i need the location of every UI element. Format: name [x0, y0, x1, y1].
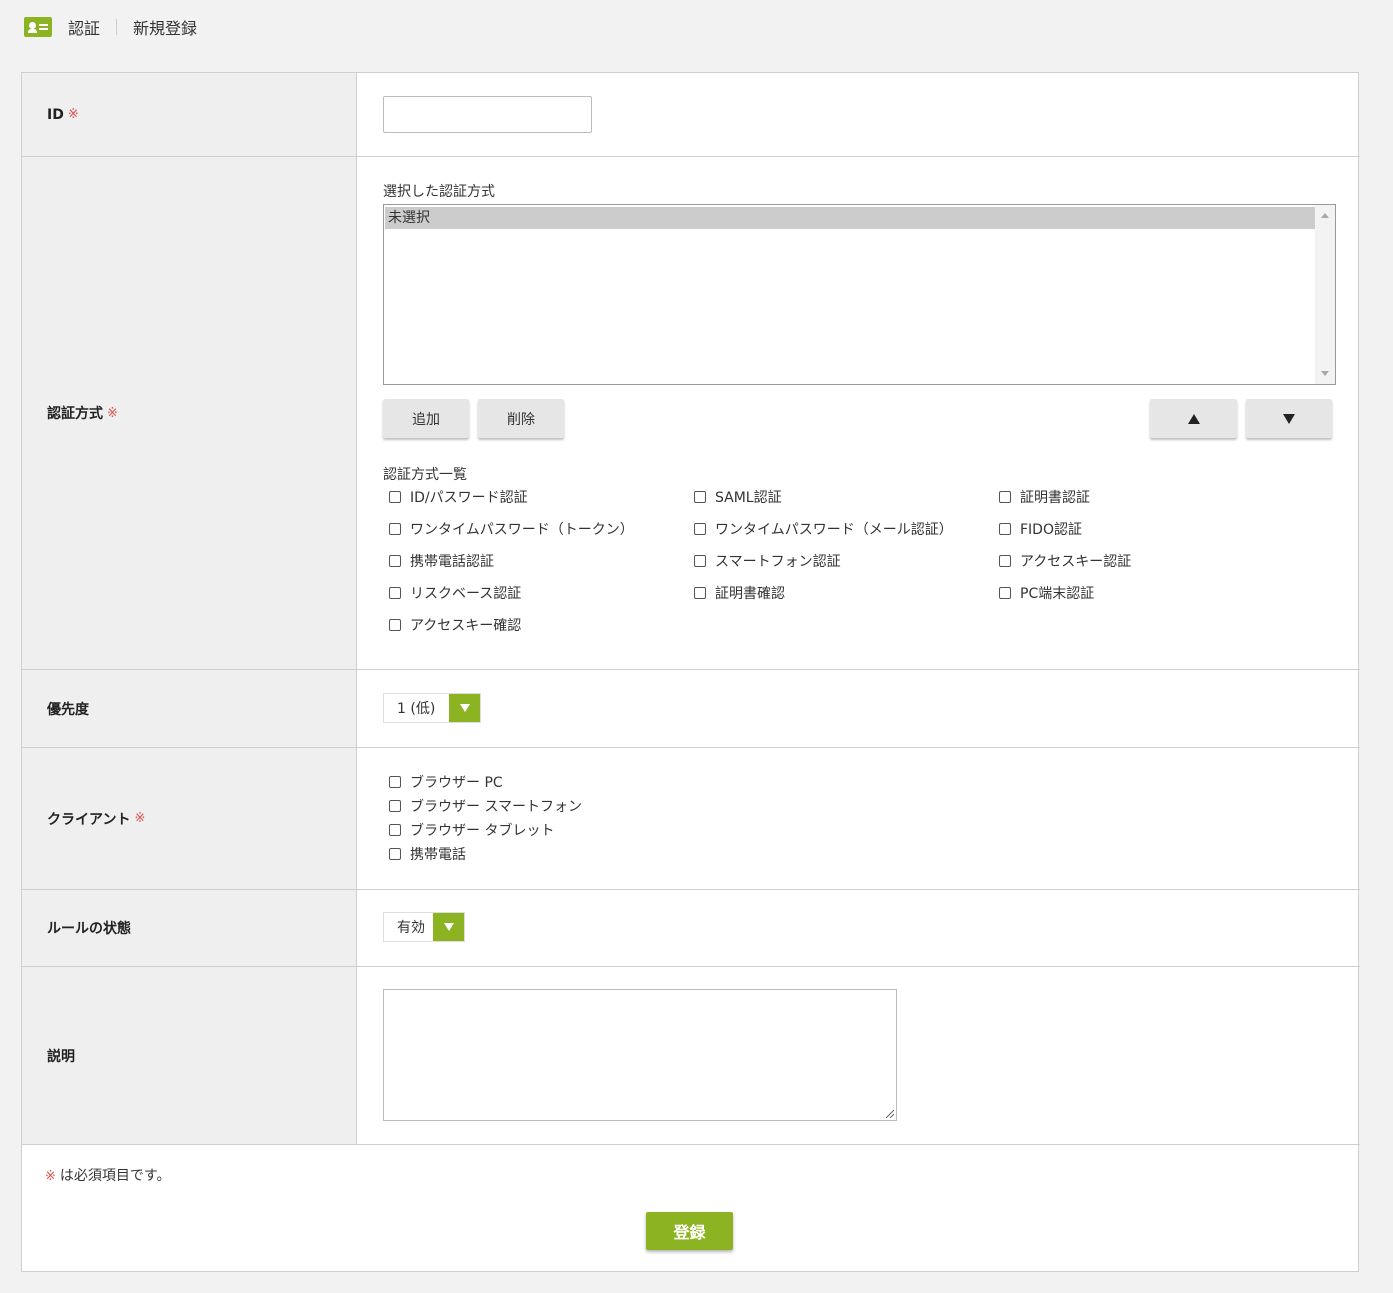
- auth-method-label: 認証方式 ※: [22, 157, 357, 669]
- required-mark: ※: [134, 811, 146, 826]
- rule-state-row: ルールの状態 有効: [22, 890, 1360, 967]
- required-mark: ※: [107, 405, 118, 421]
- priority-row: 優先度 1 (低): [22, 670, 1360, 748]
- rule-state-select[interactable]: 有効: [383, 912, 465, 942]
- id-card-icon: [24, 17, 52, 37]
- breadcrumb-section[interactable]: 認証: [68, 15, 100, 39]
- priority-select[interactable]: 1 (低): [383, 693, 481, 723]
- method-checkbox[interactable]: FIDO認証: [999, 519, 1082, 539]
- registration-form: ID ※ 認証方式 ※ 選択した認証方式 未選択 追加 削除 認証方式一覧 ID…: [21, 72, 1360, 1272]
- id-input[interactable]: [383, 96, 592, 133]
- client-row: クライアント ※ ブラウザー PC ブラウザー スマートフォン ブラウザー タブレ…: [22, 748, 1360, 890]
- client-label: クライアント ※: [22, 748, 357, 889]
- page-title: 新規登録: [133, 19, 198, 38]
- method-checkbox[interactable]: 携帯電話認証: [389, 551, 494, 571]
- selected-methods-label: 選択した認証方式: [383, 184, 495, 200]
- rule-state-label: ルールの状態: [22, 890, 357, 966]
- method-checkbox[interactable]: スマートフォン認証: [694, 551, 841, 571]
- arrow-down-icon: [1283, 413, 1295, 424]
- selected-methods-listbox[interactable]: 未選択: [383, 204, 1336, 385]
- description-label: 説明: [22, 967, 357, 1144]
- listbox-scrollbar[interactable]: [1315, 205, 1335, 384]
- client-checkbox[interactable]: ブラウザー スマートフォン: [389, 796, 582, 816]
- id-row: ID ※: [22, 73, 1360, 157]
- required-note: ※ は必須項目です。: [45, 1168, 171, 1184]
- chevron-down-icon: [449, 694, 480, 722]
- move-down-button[interactable]: [1246, 399, 1332, 438]
- scroll-up-icon[interactable]: [1321, 213, 1329, 218]
- method-checkbox[interactable]: SAML認証: [694, 487, 782, 507]
- method-checkbox[interactable]: 証明書確認: [694, 583, 785, 603]
- submit-button[interactable]: 登録: [646, 1212, 733, 1250]
- method-checkbox[interactable]: 証明書認証: [999, 487, 1090, 507]
- resize-grip-icon[interactable]: [886, 1110, 894, 1118]
- method-checkbox[interactable]: PC端末認証: [999, 583, 1094, 603]
- move-up-button[interactable]: [1150, 399, 1237, 438]
- add-button[interactable]: 追加: [383, 399, 469, 438]
- chevron-down-icon: [433, 913, 464, 941]
- method-checkbox[interactable]: アクセスキー確認: [389, 615, 521, 635]
- scroll-down-icon[interactable]: [1321, 371, 1329, 376]
- breadcrumb-divider: [116, 19, 118, 35]
- listbox-option[interactable]: 未選択: [385, 207, 1315, 229]
- method-list-label: 認証方式一覧: [383, 467, 467, 483]
- method-checkbox[interactable]: ワンタイムパスワード（メール認証）: [694, 519, 953, 539]
- client-checkbox[interactable]: ブラウザー タブレット: [389, 820, 554, 840]
- method-checkbox[interactable]: ID/パスワード認証: [389, 487, 528, 507]
- auth-method-row: 認証方式 ※ 選択した認証方式 未選択 追加 削除 認証方式一覧 ID/パスワード…: [22, 157, 1360, 670]
- client-checkbox[interactable]: 携帯電話: [389, 844, 466, 864]
- priority-label: 優先度: [22, 670, 357, 747]
- description-textarea[interactable]: [383, 989, 897, 1121]
- method-checkbox[interactable]: アクセスキー認証: [999, 551, 1131, 571]
- id-label: ID ※: [22, 73, 357, 156]
- method-checkbox[interactable]: リスクベース認証: [389, 583, 521, 603]
- delete-button[interactable]: 削除: [478, 399, 564, 438]
- method-checkbox[interactable]: ワンタイムパスワード（トークン）: [389, 519, 634, 539]
- description-row: 説明: [22, 967, 1360, 1145]
- client-checkbox[interactable]: ブラウザー PC: [389, 772, 503, 792]
- required-mark: ※: [67, 107, 79, 122]
- page-header: 認証 新規登録: [24, 12, 197, 42]
- arrow-up-icon: [1187, 413, 1200, 424]
